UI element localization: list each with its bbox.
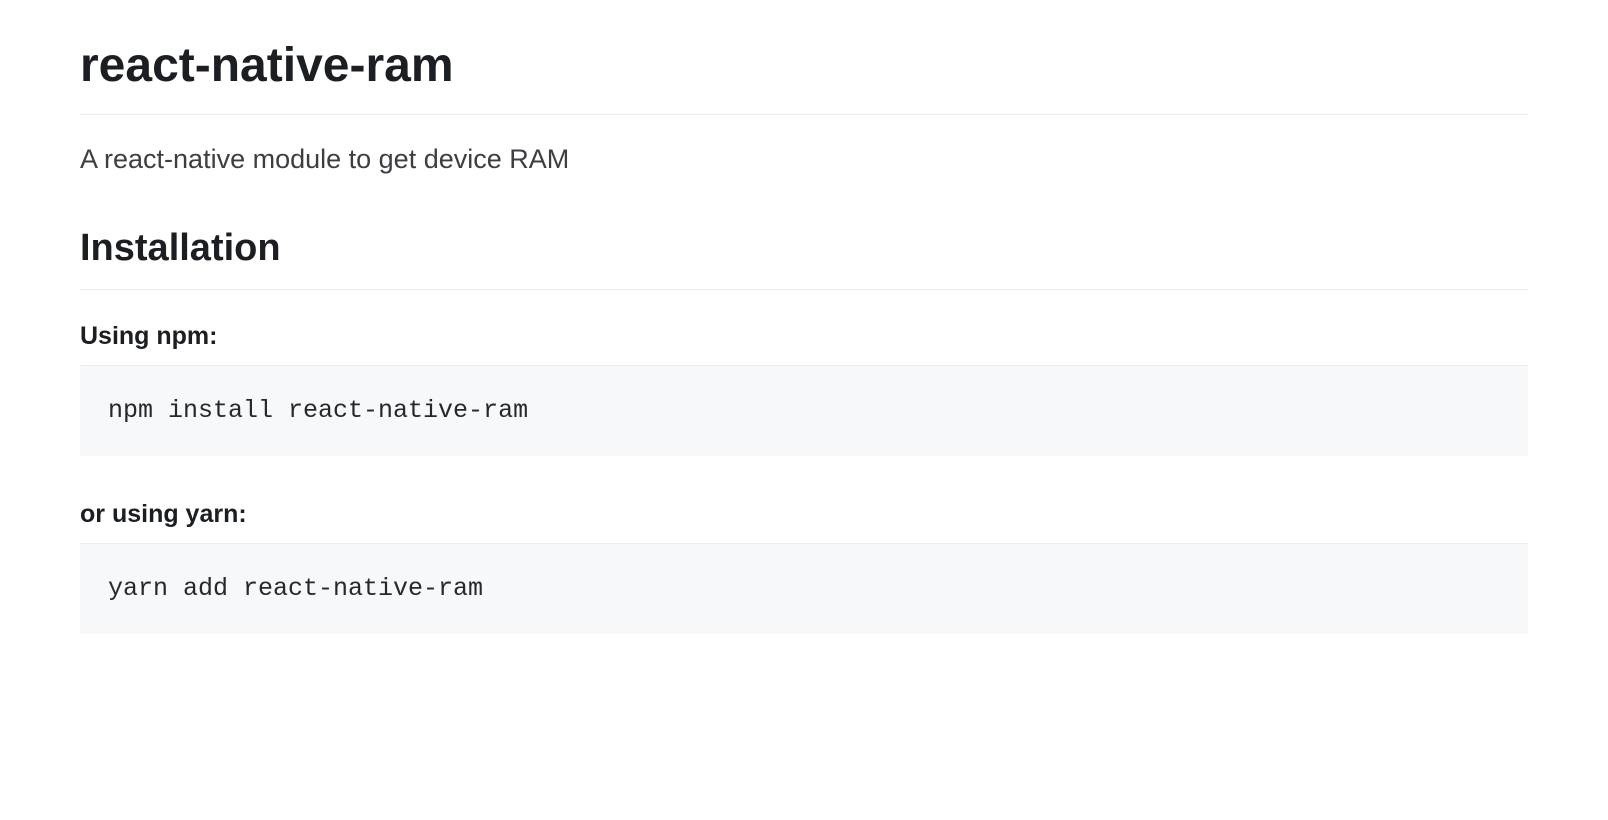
npm-code: npm install react-native-ram — [108, 396, 528, 425]
installation-heading: Installation — [80, 220, 1528, 290]
yarn-code-block: yarn add react-native-ram — [80, 544, 1528, 634]
description: A react-native module to get device RAM — [80, 139, 1528, 180]
npm-label: Using npm: — [80, 318, 1528, 367]
yarn-section: or using yarn: yarn add react-native-ram — [80, 496, 1528, 634]
yarn-code: yarn add react-native-ram — [108, 574, 483, 603]
yarn-label: or using yarn: — [80, 496, 1528, 545]
npm-section: Using npm: npm install react-native-ram — [80, 318, 1528, 456]
page-title: react-native-ram — [80, 30, 1528, 115]
npm-code-block: npm install react-native-ram — [80, 366, 1528, 456]
